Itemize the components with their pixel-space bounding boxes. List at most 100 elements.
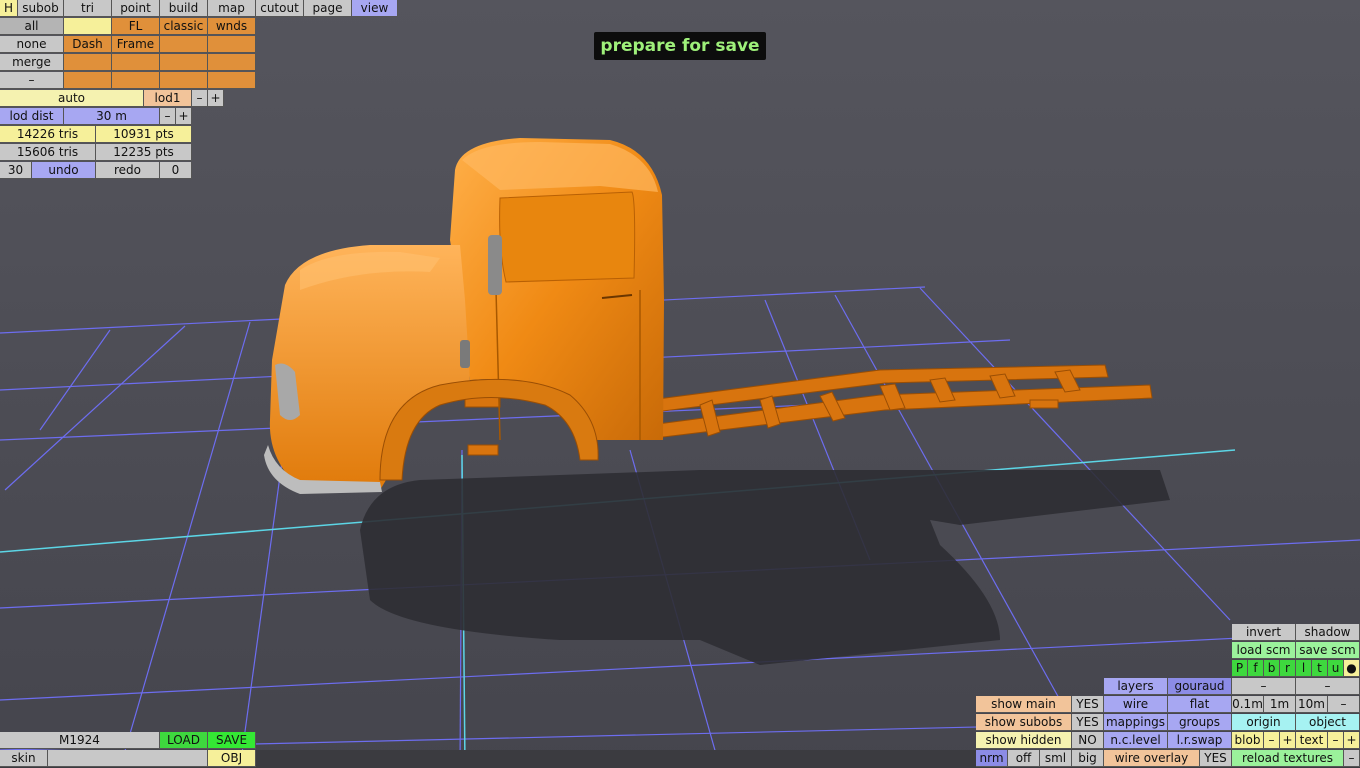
status-banner: prepare for save: [594, 32, 766, 60]
lod-auto-button[interactable]: auto: [0, 90, 144, 107]
dash-button-1[interactable]: –: [1232, 678, 1296, 695]
flat-button[interactable]: flat: [1168, 696, 1232, 713]
toggle-f[interactable]: f: [1248, 660, 1264, 677]
tris-count-a: 14226 tris: [0, 126, 96, 143]
toggle-l[interactable]: l: [1296, 660, 1312, 677]
text-minus-button[interactable]: –: [1328, 732, 1344, 749]
menu-point[interactable]: point: [112, 0, 160, 17]
menu-build[interactable]: build: [160, 0, 208, 17]
sel-empty[interactable]: [64, 18, 112, 35]
load-button[interactable]: LOAD: [160, 732, 208, 749]
toggle-u[interactable]: u: [1328, 660, 1344, 677]
sel-minus[interactable]: –: [0, 72, 64, 89]
reload-minus-button[interactable]: –: [1344, 750, 1360, 767]
nc-level-button[interactable]: n.c.level: [1104, 732, 1168, 749]
sel-wnds[interactable]: wnds: [208, 18, 256, 35]
grid-10m-button[interactable]: 10m: [1296, 696, 1328, 713]
sel-classic[interactable]: classic: [160, 18, 208, 35]
redo-count: 0: [160, 162, 192, 179]
object-button[interactable]: object: [1296, 714, 1360, 731]
view-off-button[interactable]: off: [1008, 750, 1040, 767]
menu-tri[interactable]: tri: [64, 0, 112, 17]
invert-button[interactable]: invert: [1232, 624, 1296, 641]
toggle-t[interactable]: t: [1312, 660, 1328, 677]
menu-cutout[interactable]: cutout: [256, 0, 304, 17]
menu-page[interactable]: page: [304, 0, 352, 17]
view-big-button[interactable]: big: [1072, 750, 1104, 767]
view-nrm-button[interactable]: nrm: [976, 750, 1008, 767]
blob-plus-button[interactable]: +: [1280, 732, 1296, 749]
sel-fl[interactable]: FL: [112, 18, 160, 35]
redo-button[interactable]: redo: [96, 162, 160, 179]
save-scm-button[interactable]: save scm: [1296, 642, 1360, 659]
model-name-field[interactable]: M1924: [0, 732, 160, 749]
toggle-b[interactable]: b: [1264, 660, 1280, 677]
sel-slot-7[interactable]: [64, 72, 112, 89]
viewport-background: [0, 0, 1360, 768]
sel-slot-2[interactable]: [208, 36, 256, 53]
sel-dash[interactable]: Dash: [64, 36, 112, 53]
reload-textures-button[interactable]: reload textures: [1232, 750, 1344, 767]
toggle-r[interactable]: r: [1280, 660, 1296, 677]
undo-button[interactable]: undo: [32, 162, 96, 179]
origin-button[interactable]: origin: [1232, 714, 1296, 731]
show-hidden-label: show hidden: [976, 732, 1072, 749]
sel-slot-3[interactable]: [64, 54, 112, 71]
wire-overlay-label: wire overlay: [1104, 750, 1200, 767]
toggle-dot[interactable]: ●: [1344, 660, 1360, 677]
sel-frame[interactable]: Frame: [112, 36, 160, 53]
pts-count-a: 10931 pts: [96, 126, 192, 143]
sel-merge[interactable]: merge: [0, 54, 64, 71]
lod-level-button[interactable]: lod1: [144, 90, 192, 107]
view-sml-button[interactable]: sml: [1040, 750, 1072, 767]
sel-slot-8[interactable]: [112, 72, 160, 89]
grid-0-1m-button[interactable]: 0.1m: [1232, 696, 1264, 713]
text-plus-button[interactable]: +: [1344, 732, 1360, 749]
groups-button[interactable]: groups: [1168, 714, 1232, 731]
show-hidden-toggle[interactable]: NO: [1072, 732, 1104, 749]
lod-dist-label: lod dist: [0, 108, 64, 125]
tris-count-b: 15606 tris: [0, 144, 96, 161]
lr-swap-button[interactable]: l.r.swap: [1168, 732, 1232, 749]
sel-slot-4[interactable]: [112, 54, 160, 71]
lod-minus-button[interactable]: –: [192, 90, 208, 107]
lod-plus-button[interactable]: +: [208, 90, 224, 107]
sel-slot-6[interactable]: [208, 54, 256, 71]
skin-field[interactable]: [48, 750, 208, 767]
show-subobs-label: show subobs: [976, 714, 1072, 731]
sel-slot-10[interactable]: [208, 72, 256, 89]
menu-map[interactable]: map: [208, 0, 256, 17]
gouraud-button[interactable]: gouraud: [1168, 678, 1232, 695]
3d-viewport[interactable]: [0, 0, 1360, 768]
undo-count: 30: [0, 162, 32, 179]
show-main-toggle[interactable]: YES: [1072, 696, 1104, 713]
lod-dist-value[interactable]: 30 m: [64, 108, 160, 125]
sel-all[interactable]: all: [0, 18, 64, 35]
pts-count-b: 12235 pts: [96, 144, 192, 161]
sel-slot-1[interactable]: [160, 36, 208, 53]
grid-minus-button[interactable]: –: [1328, 696, 1360, 713]
text-label: text: [1296, 732, 1328, 749]
toggle-p[interactable]: P: [1232, 660, 1248, 677]
sel-slot-9[interactable]: [160, 72, 208, 89]
shadow-button[interactable]: shadow: [1296, 624, 1360, 641]
mappings-button[interactable]: mappings: [1104, 714, 1168, 731]
lod-dist-minus-button[interactable]: –: [160, 108, 176, 125]
sel-none[interactable]: none: [0, 36, 64, 53]
sel-slot-5[interactable]: [160, 54, 208, 71]
lod-dist-plus-button[interactable]: +: [176, 108, 192, 125]
grid-1m-button[interactable]: 1m: [1264, 696, 1296, 713]
load-scm-button[interactable]: load scm: [1232, 642, 1296, 659]
menu-view[interactable]: view: [352, 0, 398, 17]
wire-button[interactable]: wire: [1104, 696, 1168, 713]
menu-h[interactable]: H: [0, 0, 18, 17]
layers-button[interactable]: layers: [1104, 678, 1168, 695]
wire-overlay-toggle[interactable]: YES: [1200, 750, 1232, 767]
show-subobs-toggle[interactable]: YES: [1072, 714, 1104, 731]
menu-subob[interactable]: subob: [18, 0, 64, 17]
save-button[interactable]: SAVE: [208, 732, 256, 749]
blob-minus-button[interactable]: –: [1264, 732, 1280, 749]
dash-button-2[interactable]: –: [1296, 678, 1360, 695]
obj-button[interactable]: OBJ: [208, 750, 256, 767]
show-main-label: show main: [976, 696, 1072, 713]
